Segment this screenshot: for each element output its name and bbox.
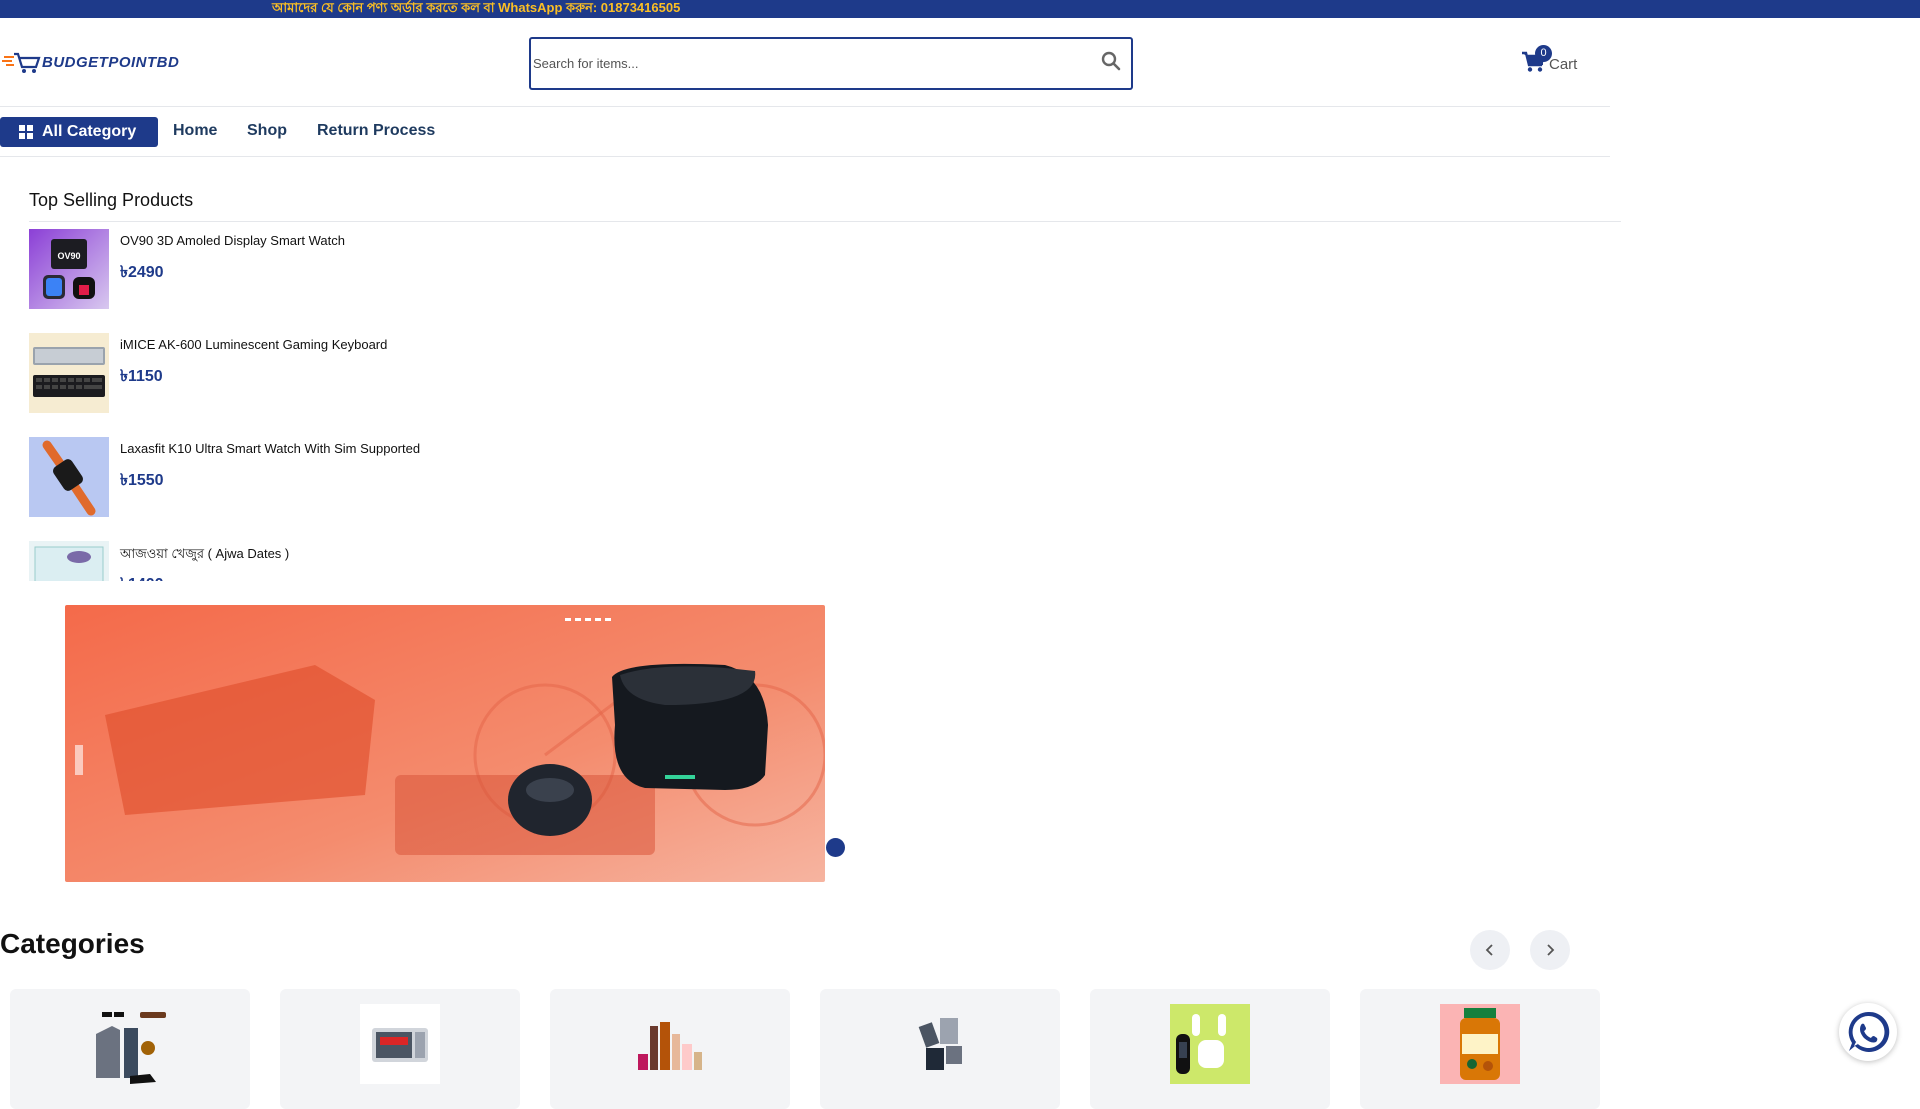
logo-cart-icon xyxy=(2,49,42,75)
categories-next-button[interactable] xyxy=(1530,930,1570,970)
category-card[interactable] xyxy=(280,989,520,1109)
gadgets-image xyxy=(900,1004,980,1084)
all-category-button[interactable]: All Category xyxy=(0,117,158,147)
category-card[interactable] xyxy=(10,989,250,1109)
top-selling-list: OV90 OV90 3D Amoled Display Smart Watch … xyxy=(29,229,1621,581)
categories-title: Categories xyxy=(0,928,145,959)
search-button[interactable] xyxy=(1101,51,1125,75)
logo-text: BUDGETPOINTBD xyxy=(42,53,180,71)
fashion-image xyxy=(90,1004,170,1084)
main-nav: All Category Home Shop Return Process xyxy=(0,107,1610,157)
announcement-bar: আমাদের যে কোন পণ্য অর্ডার করতে কল বা Wha… xyxy=(0,0,1920,18)
promo-banner[interactable] xyxy=(65,605,825,882)
product-name[interactable]: iMICE AK-600 Luminescent Gaming Keyboard xyxy=(120,337,387,352)
cart-button[interactable]: 0 Cart xyxy=(1521,45,1601,79)
category-card[interactable] xyxy=(1090,989,1330,1109)
site-logo[interactable]: BUDGETPOINTBD xyxy=(2,49,179,75)
product-item[interactable]: OV90 OV90 3D Amoled Display Smart Watch … xyxy=(29,229,629,309)
product-item[interactable]: Laxasfit K10 Ultra Smart Watch With Sim … xyxy=(29,437,629,517)
grid-icon xyxy=(19,125,33,139)
orange-watch-image xyxy=(29,437,109,517)
cart-label: Cart xyxy=(1549,56,1578,73)
nav-link-home[interactable]: Home xyxy=(173,122,217,140)
smartwatch-image: OV90 xyxy=(29,229,109,309)
whatsapp-button[interactable] xyxy=(1839,1003,1897,1061)
announcement-text: আমাদের যে কোন পণ্য অর্ডার করতে কল বা Wha… xyxy=(272,0,681,15)
category-card[interactable] xyxy=(1360,989,1600,1109)
product-name[interactable]: OV90 3D Amoled Display Smart Watch xyxy=(120,233,345,248)
nav-link-shop[interactable]: Shop xyxy=(247,122,287,140)
product-price: ৳1550 xyxy=(120,472,164,489)
categories-prev-button[interactable] xyxy=(1470,930,1510,970)
product-item[interactable]: আজওয়া খেজুর ( Ajwa Dates ) ৳1400 xyxy=(29,541,629,581)
cosmetics-image xyxy=(630,1004,710,1084)
svg-text:OV90: OV90 xyxy=(57,251,80,261)
search-box xyxy=(529,37,1133,90)
chevron-left-icon xyxy=(1485,944,1493,956)
category-card[interactable] xyxy=(820,989,1060,1109)
site-header: BUDGETPOINTBD 0 Cart xyxy=(0,18,1610,107)
product-name[interactable]: Laxasfit K10 Ultra Smart Watch With Sim … xyxy=(120,441,420,456)
product-price: ৳1400 xyxy=(120,571,164,581)
product-price: ৳1150 xyxy=(120,368,163,385)
pickle-jar-image xyxy=(1440,1004,1520,1084)
product-name[interactable]: আজওয়া খেজুর ( Ajwa Dates ) xyxy=(120,545,289,566)
product-item[interactable]: iMICE AK-600 Luminescent Gaming Keyboard… xyxy=(29,333,629,413)
all-category-label: All Category xyxy=(42,123,137,140)
dates-image xyxy=(29,541,109,581)
category-card[interactable] xyxy=(550,989,790,1109)
carousel-dot-active[interactable] xyxy=(826,838,845,857)
top-selling-section: Top Selling Products OV90 OV90 3D Amoled… xyxy=(29,190,1621,581)
keyboard-image xyxy=(29,333,109,413)
search-icon xyxy=(1101,51,1121,71)
chevron-right-icon xyxy=(1547,944,1555,956)
search-input[interactable] xyxy=(531,39,1091,88)
earbuds-image xyxy=(1170,1004,1250,1084)
microwave-image xyxy=(360,1004,440,1084)
product-price: ৳2490 xyxy=(120,264,164,281)
top-selling-title: Top Selling Products xyxy=(29,190,1621,222)
whatsapp-icon xyxy=(1848,1011,1890,1052)
nav-link-return-process[interactable]: Return Process xyxy=(317,122,435,140)
